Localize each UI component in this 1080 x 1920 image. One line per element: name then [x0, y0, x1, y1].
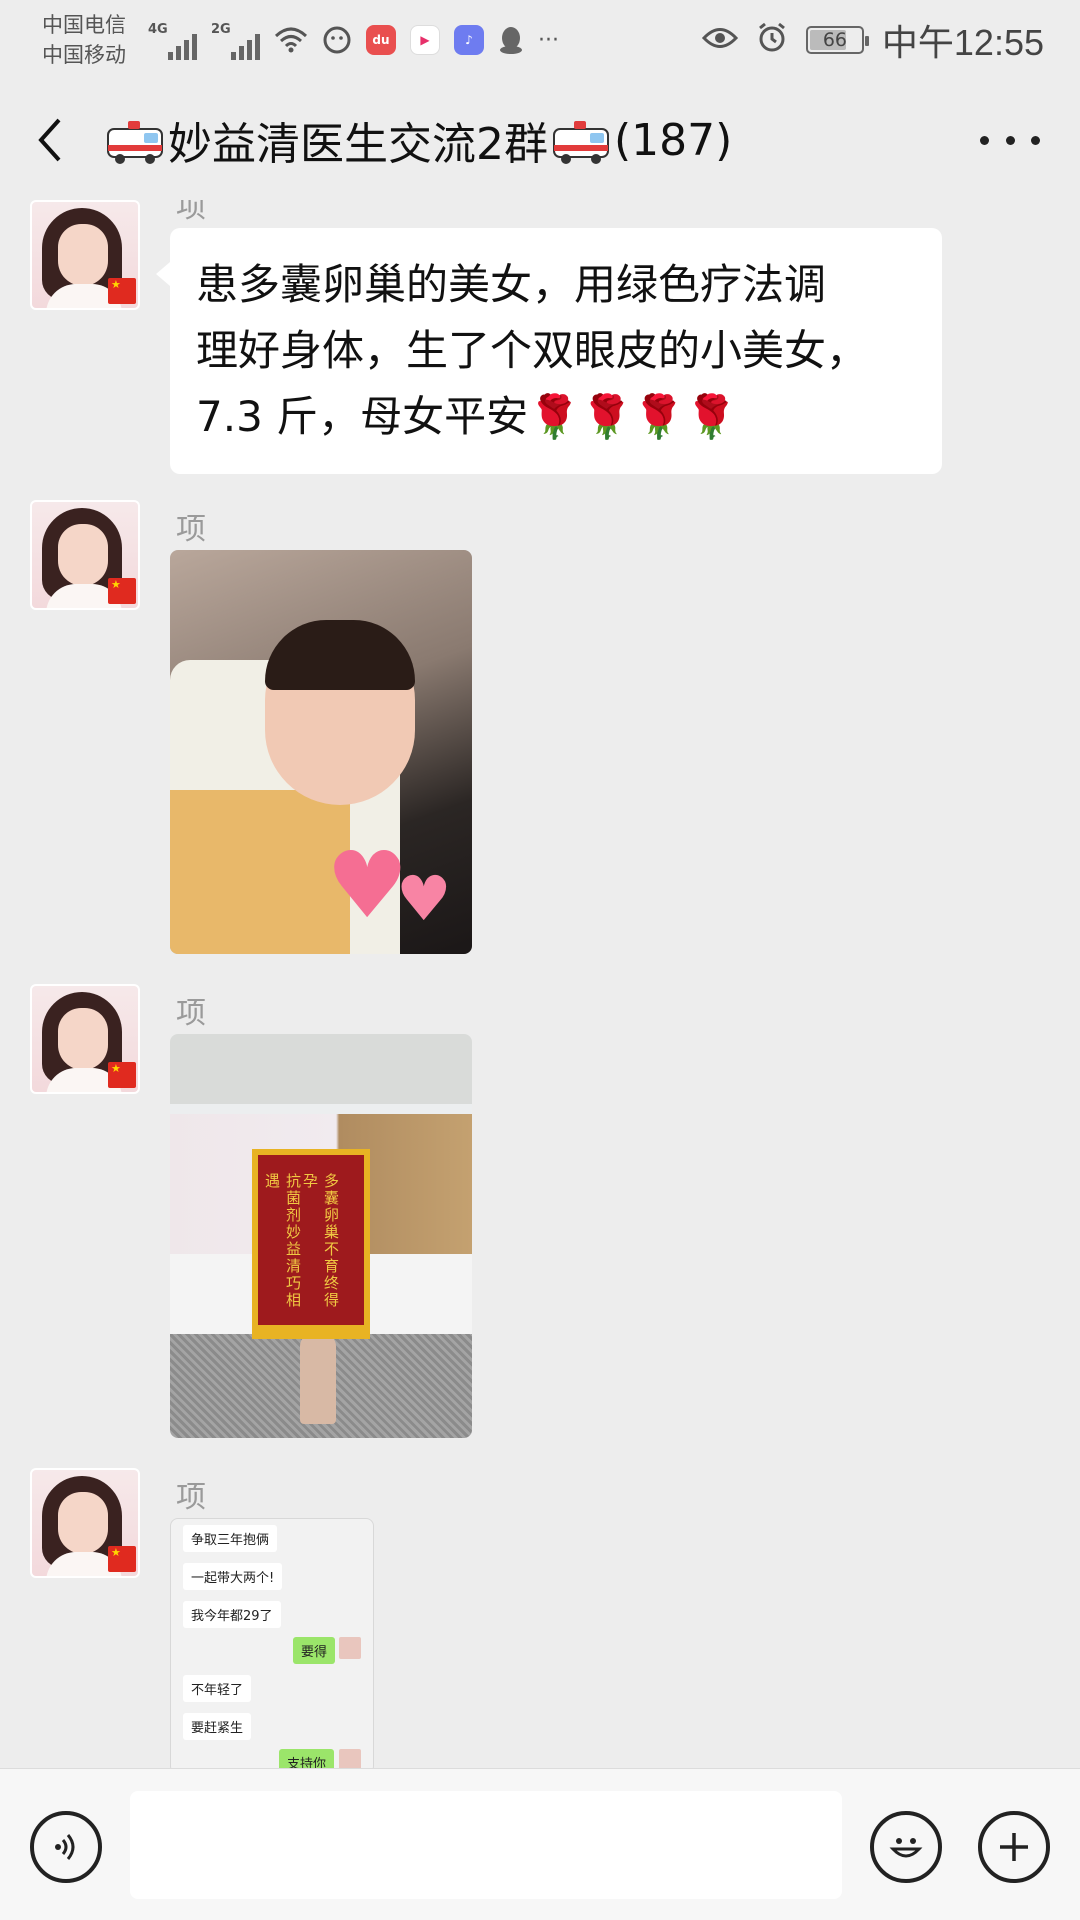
more-options-button[interactable] [980, 120, 1040, 160]
smiley-icon [889, 1838, 923, 1858]
member-count: (187) [614, 114, 733, 166]
ambulance-icon [553, 121, 609, 164]
voice-button[interactable] [30, 1811, 102, 1883]
screenshot-line: 支持你 [279, 1749, 335, 1768]
china-flag-icon [108, 1062, 136, 1088]
plus-icon [1000, 1833, 1028, 1861]
pennant-text: 抗菌剂妙益清巧相遇 [263, 1173, 302, 1309]
more-functions-button[interactable] [978, 1811, 1050, 1883]
chat-app-icon [322, 25, 352, 55]
avatar[interactable] [30, 984, 140, 1094]
message-bubble[interactable]: 患多囊卵巢的美女，用绿色疗法调 理好身体，生了个双眼皮的小美女， 7.3 斤，母… [156, 228, 942, 474]
china-flag-icon [108, 578, 136, 604]
input-bar [0, 1768, 1080, 1920]
qq-icon [498, 25, 524, 55]
chat-title: 妙益清医生交流2群 (187) [106, 108, 732, 172]
battery-level: 66 [822, 29, 847, 51]
voice-icon [55, 1834, 75, 1860]
message-text-line: 7.3 斤，母女平安🌹🌹🌹🌹 [196, 392, 738, 441]
alarm-icon [756, 22, 788, 58]
pennant-photo[interactable]: 多囊卵巢不育终得孕 抗菌剂妙益清巧相遇 [170, 1034, 472, 1438]
wifi-icon [274, 26, 308, 54]
avatar[interactable] [30, 200, 140, 310]
baby-photo[interactable]: ♥ ♥ [170, 550, 472, 954]
emoji-button[interactable] [870, 1811, 942, 1883]
message-input[interactable] [130, 1791, 842, 1899]
china-flag-icon [108, 278, 136, 304]
chat-screenshot[interactable]: 争取三年抱俩 一起带大两个! 我今年都29了 要得 不年轻了 要赶紧生 支持你 [170, 1518, 374, 1768]
battery-icon: 66 [805, 26, 869, 54]
pennant-text: 多囊卵巢不育终得孕 [301, 1173, 340, 1309]
baidu-map-icon: du [366, 25, 396, 55]
carrier-telecom: 中国电信 [42, 13, 126, 37]
back-button[interactable] [0, 80, 100, 200]
screenshot-line: 要得 [293, 1637, 336, 1664]
carrier-mobile: 中国移动 [42, 43, 126, 67]
chat-messages[interactable]: 项小娟~广东 患多囊卵巢的美女，用绿色疗法调 理好身体，生了个双眼皮的小美女， … [0, 200, 1080, 1768]
screenshot-line: 要赶紧生 [183, 1713, 252, 1740]
avatar[interactable] [30, 500, 140, 610]
more-dots-icon [980, 135, 989, 145]
pennant: 多囊卵巢不育终得孕 抗菌剂妙益清巧相遇 [252, 1149, 370, 1339]
clock: 中午12:55 [881, 22, 1044, 63]
chat-header: 妙益清医生交流2群 (187) [0, 80, 1080, 200]
screenshot-line: 不年轻了 [183, 1675, 252, 1702]
eye-comfort-icon [701, 25, 738, 55]
chevron-left-icon [38, 118, 61, 162]
status-bar: 中国电信 中国移动 4G 2G du ▶ ♪ ··· 66 中午12:55 [0, 0, 1080, 80]
music-icon: ♪ [454, 25, 484, 55]
signal-2g-icon: 2G [211, 20, 260, 60]
avatar[interactable] [30, 1468, 140, 1578]
ambulance-icon [107, 121, 163, 164]
message-text-line: 理好身体，生了个双眼皮的小美女， [196, 326, 869, 375]
chat-title-text: 妙益清医生交流2群 [168, 119, 548, 170]
more-notifications-icon: ··· [538, 27, 559, 53]
screenshot-line: 我今年都29了 [183, 1601, 281, 1628]
china-flag-icon [108, 1546, 136, 1572]
youku-icon: ▶ [410, 25, 440, 55]
heart-sticker-icon: ♥ [396, 862, 452, 935]
message-text-line: 患多囊卵巢的美女，用绿色疗法调 [196, 260, 827, 309]
signal-4g-icon: 4G [148, 20, 197, 60]
screenshot-line: 争取三年抱俩 [183, 1525, 278, 1552]
screenshot-line: 一起带大两个! [183, 1563, 283, 1590]
carrier-labels: 中国电信 中国移动 [42, 10, 142, 70]
